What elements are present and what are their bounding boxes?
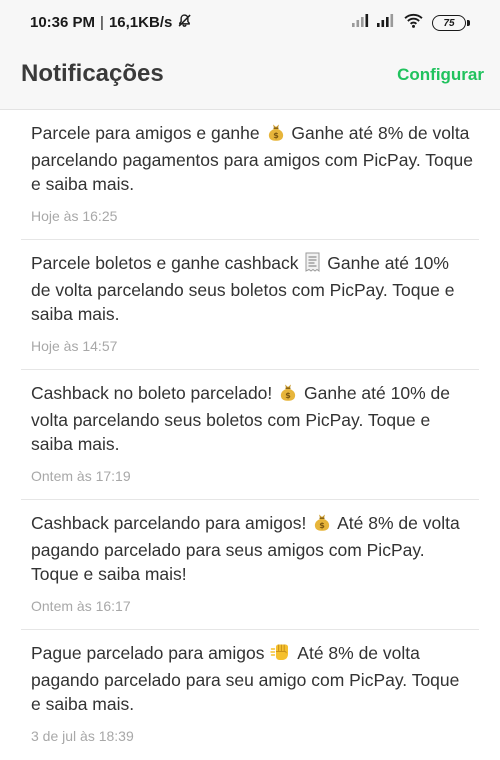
receipt-icon: [304, 252, 321, 278]
bell-off-icon: [177, 13, 192, 32]
battery-level: 75: [443, 17, 455, 29]
notification-time: Ontem às 17:19: [31, 468, 131, 484]
notification-title: Pague parcelado para amigos: [31, 643, 265, 663]
money-bag-icon: $: [312, 512, 332, 538]
page-title: Notificações: [21, 60, 164, 87]
notification-title: Cashback parcelando para amigos!: [31, 513, 307, 533]
notification-time: 3 de jul às 18:39: [31, 728, 134, 744]
wifi-icon: [404, 13, 423, 33]
notification-message: Cashback no boleto parcelado! $ Ganhe at…: [31, 381, 473, 456]
screen: 10:36 PM | 16,1KB/s 75 Notificações Conf…: [0, 0, 500, 760]
signal-icon: [377, 14, 394, 32]
status-right: 75: [352, 13, 470, 33]
money-bag-icon: $: [278, 382, 298, 408]
network-speed: 16,1KB/s: [108, 14, 173, 31]
status-time: 10:36 PM: [30, 14, 96, 31]
svg-text:$: $: [285, 391, 291, 400]
notification-time: Ontem às 16:17: [31, 598, 131, 614]
notification-item[interactable]: Cashback parcelando para amigos! $ Até 8…: [21, 500, 479, 630]
notification-item[interactable]: Parcele boletos e ganhe cashback Ganhe a…: [21, 240, 479, 370]
notification-item[interactable]: Cashback no boleto parcelado! $ Ganhe at…: [21, 370, 479, 500]
status-bar: 10:36 PM | 16,1KB/s 75: [0, 0, 500, 44]
fist-bump-icon: [270, 642, 292, 668]
money-bag-icon: $: [266, 122, 286, 148]
battery-tip: [467, 20, 470, 26]
notification-message: Parcele boletos e ganhe cashback Ganhe a…: [31, 251, 473, 326]
battery-icon: 75: [432, 15, 466, 31]
signal-icon: [352, 14, 369, 32]
notification-time: Hoje às 14:57: [31, 338, 118, 354]
notification-list: Parcele para amigos e ganhe $ Ganhe até …: [0, 110, 500, 760]
notification-message: Pague parcelado para amigos Até 8% de vo…: [31, 641, 473, 716]
status-separator: |: [100, 14, 104, 31]
notification-title: Cashback no boleto parcelado!: [31, 383, 273, 403]
notification-item[interactable]: Parcele para amigos e ganhe $ Ganhe até …: [21, 110, 479, 240]
svg-text:$: $: [273, 131, 279, 140]
notification-item[interactable]: Pague parcelado para amigos Até 8% de vo…: [21, 630, 479, 760]
notification-title: Parcele boletos e ganhe cashback: [31, 253, 299, 273]
app-bar: Notificações Configurar: [0, 44, 500, 110]
notification-message: Cashback parcelando para amigos! $ Até 8…: [31, 511, 473, 586]
notification-message: Parcele para amigos e ganhe $ Ganhe até …: [31, 121, 473, 196]
notification-time: Hoje às 16:25: [31, 208, 118, 224]
configure-button[interactable]: Configurar: [397, 65, 484, 85]
notification-title: Parcele para amigos e ganhe: [31, 123, 260, 143]
status-left: 10:36 PM | 16,1KB/s: [30, 13, 192, 32]
svg-text:$: $: [319, 521, 325, 530]
